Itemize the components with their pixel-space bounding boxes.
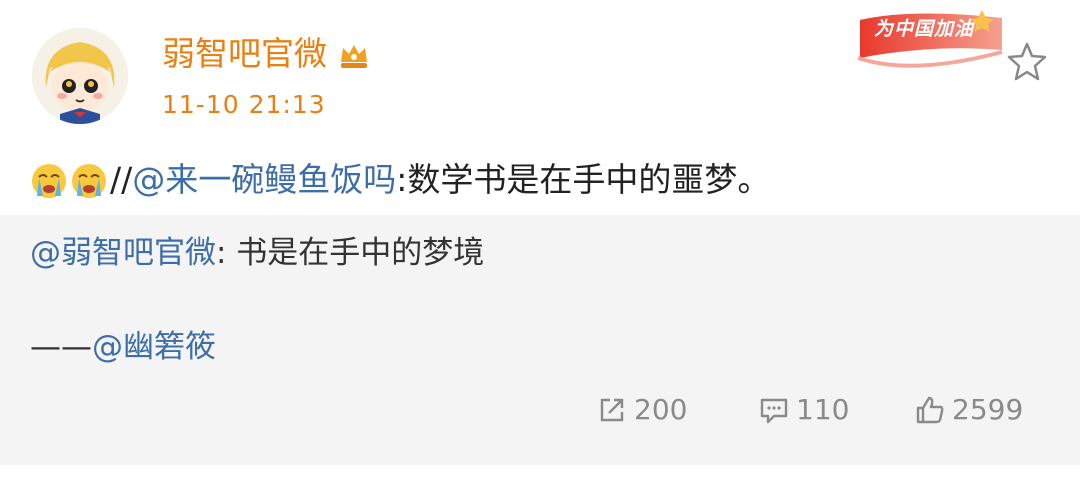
post-mention-link[interactable]: @来一碗鳗鱼饭吗 [132,152,396,208]
like-button[interactable]: 2599 [914,393,1023,426]
campaign-badge[interactable]: 为中国加油 [852,6,1016,76]
credit-dash: —— [30,329,92,365]
like-count: 2599 [952,393,1024,426]
repost-block[interactable]: @弱智吧官微: 书是在手中的梦境 ——@幽箬筱 200 110 2599 [0,215,1080,465]
crying-emoji-icon [70,161,108,199]
crown-icon [337,37,371,71]
comment-icon [760,398,788,423]
username-row: 弱智吧官微 [162,30,371,78]
crying-emoji-icon [30,161,68,199]
comment-count: 110 [796,393,850,426]
badge-label: 为中国加油 [874,18,975,40]
avatar[interactable] [32,28,128,124]
share-icon [600,398,624,421]
comment-button[interactable]: 110 [758,393,849,426]
repost-text: : 书是在手中的梦境 [216,235,485,271]
favorite-star-icon[interactable] [1006,40,1048,82]
repost-button[interactable]: 200 [596,393,687,426]
repost-count: 200 [634,393,688,426]
repost-credit: ——@幽箬筱 [30,323,216,371]
post-content: // @来一碗鳗鱼饭吗 :数学书是在手中的噩梦。 [30,152,770,208]
post-text-prefix: // [110,160,133,199]
avatar-image [32,28,128,124]
post-timestamp: 11-10 21:13 [162,90,326,119]
repost-author-link[interactable]: @弱智吧官微 [30,235,216,271]
post-text-body: :数学书是在手中的噩梦。 [396,160,771,199]
credit-mention-link[interactable]: @幽箬筱 [92,329,216,365]
thumbs-up-icon [916,396,944,423]
username[interactable]: 弱智吧官微 [162,30,327,78]
action-bar: 200 110 2599 [0,393,1080,437]
repost-line: @弱智吧官微: 书是在手中的梦境 [30,229,484,277]
